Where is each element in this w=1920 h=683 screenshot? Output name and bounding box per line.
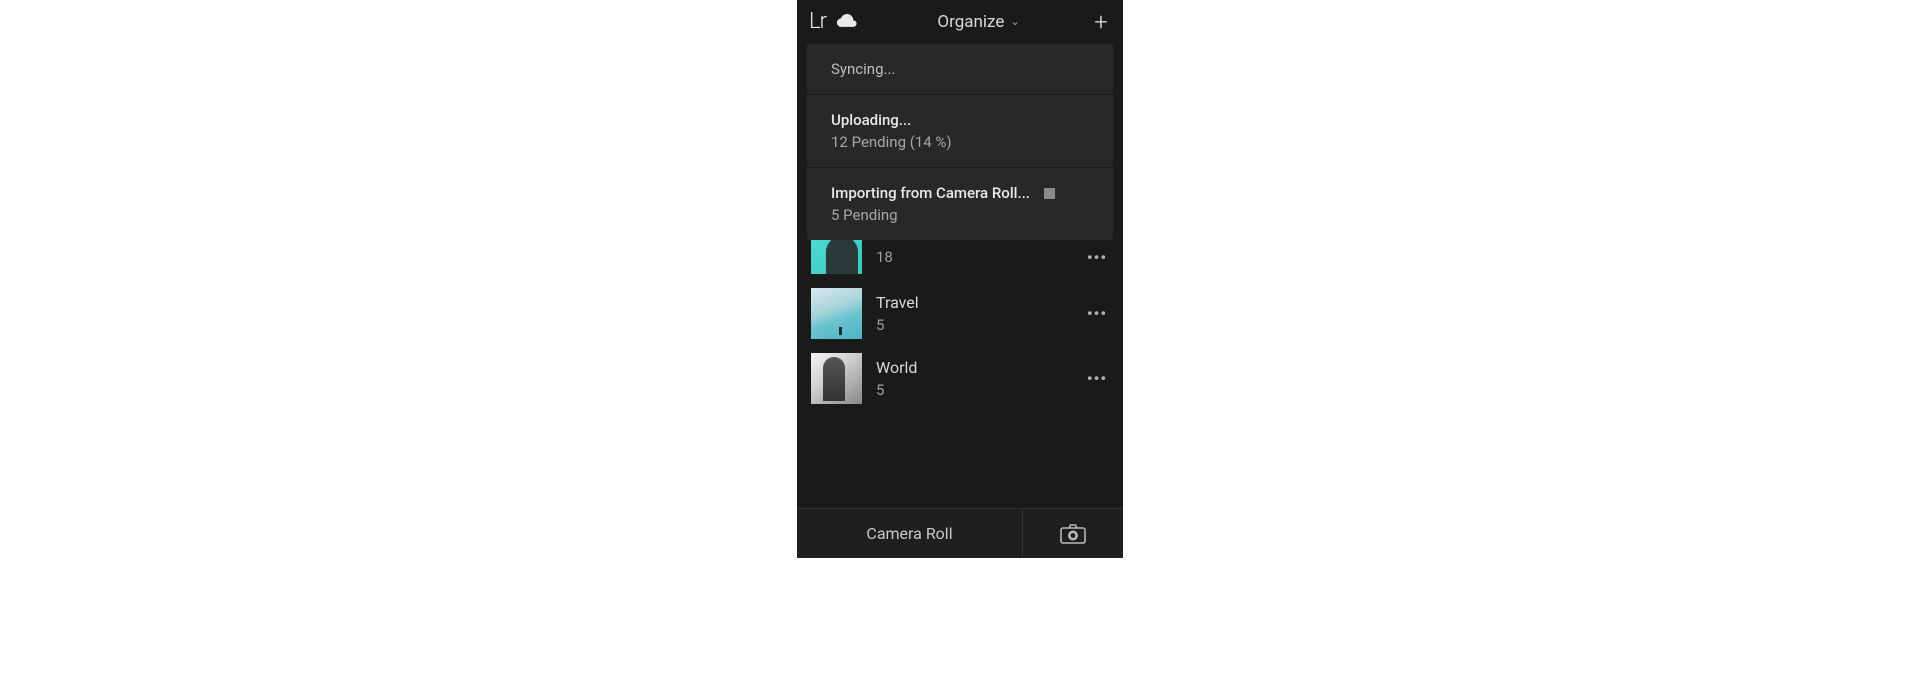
- album-count: 5: [876, 381, 1071, 399]
- album-name: World: [876, 358, 1071, 377]
- album-info: World 5: [876, 358, 1071, 399]
- album-count: 5: [876, 316, 1071, 334]
- album-row[interactable]: Travel 5 •••: [797, 281, 1123, 346]
- cloud-sync-icon[interactable]: [836, 14, 858, 30]
- album-thumbnail: [811, 288, 862, 339]
- bottom-bar: Camera Roll: [797, 508, 1123, 558]
- more-icon[interactable]: •••: [1085, 304, 1109, 323]
- importing-section: Importing from Camera Roll... 5 Pending: [807, 168, 1113, 240]
- more-icon[interactable]: •••: [1085, 369, 1109, 388]
- syncing-section: Syncing...: [807, 44, 1113, 95]
- uploading-pending: 12 Pending (14 %): [831, 133, 1089, 151]
- camera-icon: [1060, 524, 1086, 544]
- album-name: Travel: [876, 293, 1071, 312]
- chevron-down-icon: ⌄: [1010, 15, 1019, 28]
- importing-pending: 5 Pending: [831, 206, 1089, 224]
- uploading-section: Uploading... 12 Pending (14 %): [807, 95, 1113, 168]
- view-mode-dropdown[interactable]: Organize ⌄: [866, 12, 1091, 32]
- album-thumbnail: [811, 353, 862, 404]
- album-count: 18: [876, 248, 1071, 266]
- add-button[interactable]: +: [1091, 8, 1111, 36]
- camera-button[interactable]: [1023, 509, 1123, 558]
- album-list: 18 ••• Travel 5 ••• World 5 •••: [797, 240, 1123, 411]
- album-row[interactable]: 18 •••: [797, 240, 1123, 281]
- sync-status-panel: Syncing... Uploading... 12 Pending (14 %…: [807, 44, 1113, 240]
- view-mode-label: Organize: [937, 12, 1004, 32]
- syncing-label: Syncing...: [831, 60, 1089, 78]
- top-bar: Lr Organize ⌄ +: [797, 0, 1123, 44]
- album-info: 18: [876, 248, 1071, 266]
- album-info: Travel 5: [876, 293, 1071, 334]
- stop-icon[interactable]: [1044, 188, 1055, 199]
- camera-roll-label: Camera Roll: [866, 524, 952, 543]
- uploading-label: Uploading...: [831, 111, 1089, 129]
- more-icon[interactable]: •••: [1085, 248, 1109, 267]
- camera-roll-button[interactable]: Camera Roll: [797, 509, 1023, 558]
- importing-label: Importing from Camera Roll...: [831, 184, 1030, 202]
- app-window: Lr Organize ⌄ + Syncing... Uploading... …: [797, 0, 1123, 558]
- album-row[interactable]: World 5 •••: [797, 346, 1123, 411]
- album-thumbnail: [811, 240, 862, 274]
- app-logo: Lr: [809, 9, 826, 34]
